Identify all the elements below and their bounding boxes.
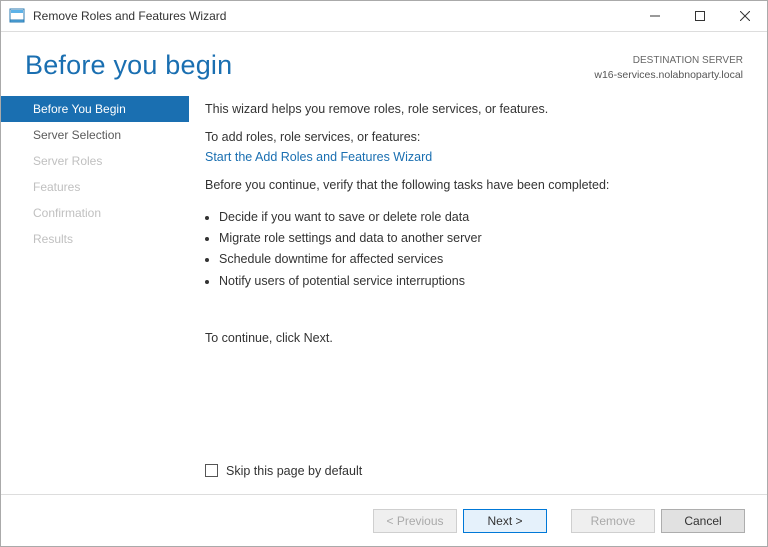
list-item: Schedule downtime for affected services bbox=[219, 250, 743, 268]
destination-value: w16-services.nolabnoparty.local bbox=[594, 68, 743, 82]
footer: < Previous Next > Remove Cancel bbox=[1, 494, 767, 546]
cancel-button[interactable]: Cancel bbox=[661, 509, 745, 533]
maximize-button[interactable] bbox=[677, 1, 722, 31]
minimize-button[interactable] bbox=[632, 1, 677, 31]
verify-prompt: Before you continue, verify that the fol… bbox=[205, 176, 743, 194]
step-server-selection[interactable]: Server Selection bbox=[1, 122, 189, 148]
titlebar: Remove Roles and Features Wizard bbox=[1, 1, 767, 32]
skip-row: Skip this page by default bbox=[205, 454, 743, 494]
continue-hint: To continue, click Next. bbox=[205, 329, 743, 347]
page-title: Before you begin bbox=[25, 50, 232, 81]
window-controls bbox=[632, 1, 767, 31]
intro-text: This wizard helps you remove roles, role… bbox=[205, 100, 743, 118]
close-button[interactable] bbox=[722, 1, 767, 31]
skip-checkbox[interactable] bbox=[205, 464, 218, 477]
next-button[interactable]: Next > bbox=[463, 509, 547, 533]
add-prompt: To add roles, role services, or features… bbox=[205, 128, 743, 146]
skip-label: Skip this page by default bbox=[226, 462, 362, 480]
wizard-steps: Before You Begin Server Selection Server… bbox=[1, 92, 189, 494]
header: Before you begin DESTINATION SERVER w16-… bbox=[1, 32, 767, 92]
step-before-you-begin[interactable]: Before You Begin bbox=[1, 96, 189, 122]
list-item: Decide if you want to save or delete rol… bbox=[219, 208, 743, 226]
step-confirmation: Confirmation bbox=[1, 200, 189, 226]
step-features: Features bbox=[1, 174, 189, 200]
destination-server: DESTINATION SERVER w16-services.nolabnop… bbox=[594, 50, 743, 82]
app-icon bbox=[9, 8, 25, 24]
previous-button: < Previous bbox=[373, 509, 457, 533]
remove-button: Remove bbox=[571, 509, 655, 533]
step-results: Results bbox=[1, 226, 189, 252]
step-server-roles: Server Roles bbox=[1, 148, 189, 174]
window-title: Remove Roles and Features Wizard bbox=[33, 9, 632, 23]
list-item: Notify users of potential service interr… bbox=[219, 272, 743, 290]
list-item: Migrate role settings and data to anothe… bbox=[219, 229, 743, 247]
add-roles-link[interactable]: Start the Add Roles and Features Wizard bbox=[205, 150, 432, 164]
main-content: This wizard helps you remove roles, role… bbox=[205, 92, 743, 494]
destination-label: DESTINATION SERVER bbox=[594, 54, 743, 68]
prereq-list: Decide if you want to save or delete rol… bbox=[205, 208, 743, 293]
